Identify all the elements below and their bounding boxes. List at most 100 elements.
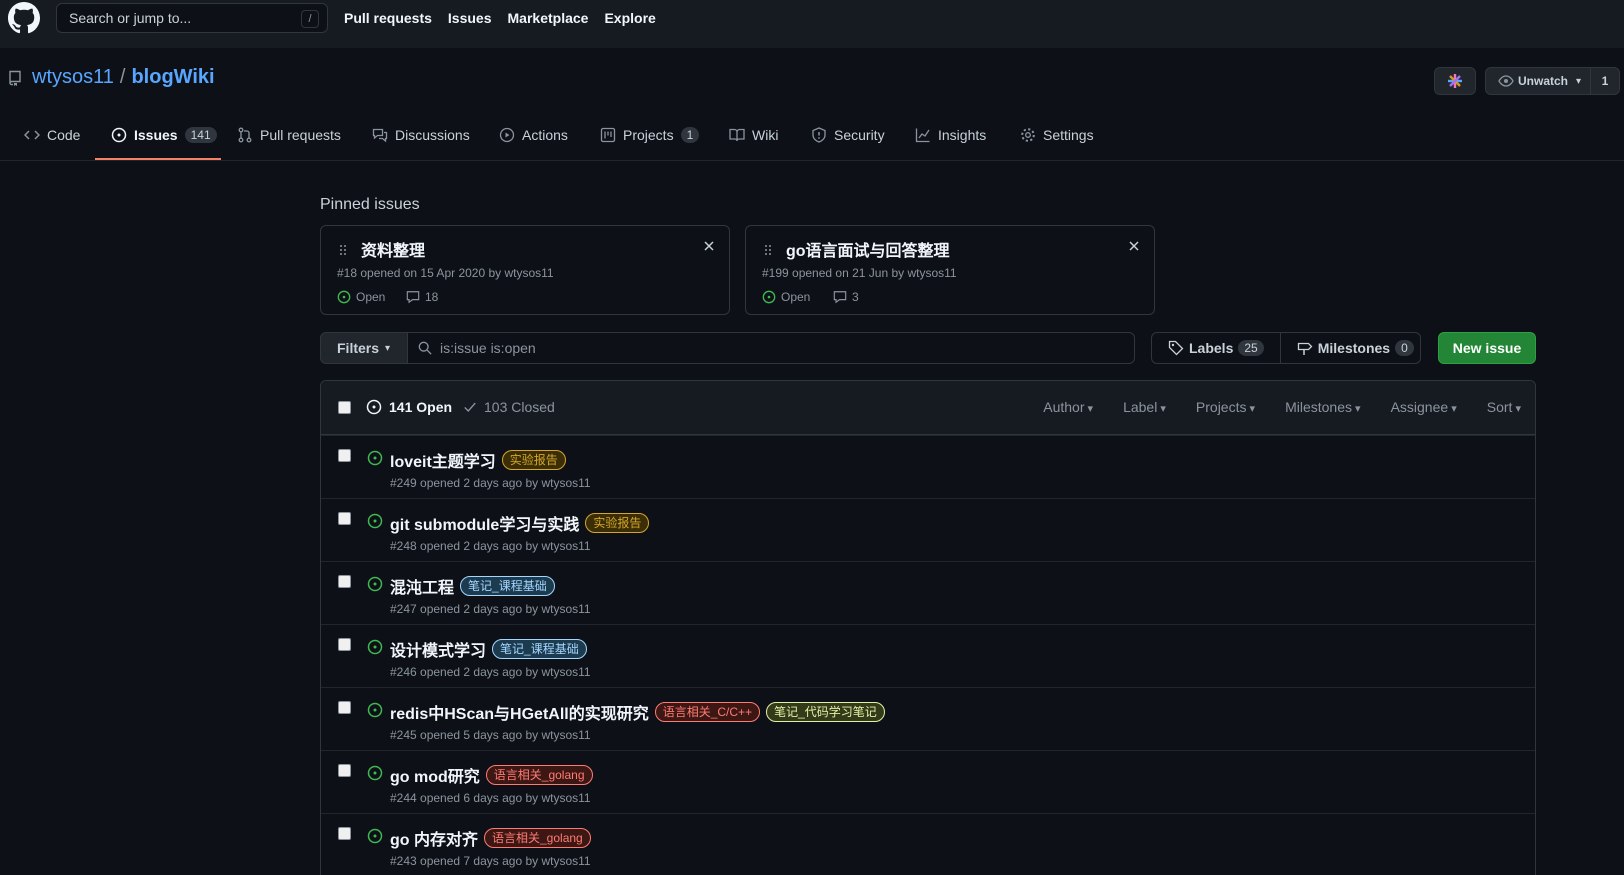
issue-row[interactable]: go mod研究 语言相关_golang #244 opened 6 days ag… [321,750,1535,813]
drag-handle-icon[interactable] [764,244,772,256]
issue-search-input[interactable]: is:issue is:open [407,332,1135,364]
tab-insights[interactable]: Insights [915,116,986,161]
tab-wiki[interactable]: Wiki [729,116,778,161]
issue-label[interactable]: 语言相关_golang [484,828,591,848]
select-all-checkbox[interactable] [338,401,351,414]
issue-open-icon [367,513,383,529]
milestone-icon [1297,342,1313,355]
book-icon [729,128,745,141]
tab-security[interactable]: Security [811,116,885,161]
tag-icon [1168,340,1184,356]
pinned-issue-title[interactable]: go语言面试与回答整理 [786,237,950,261]
issue-label[interactable]: 笔记_课程基础 [460,576,555,596]
milestones-count: 0 [1395,340,1414,356]
close-icon[interactable] [1128,240,1140,252]
active-tab-underline [95,158,221,160]
watchers-count-button[interactable]: 1 [1590,67,1620,95]
issue-row[interactable]: 设计模式学习 笔记_课程基础 #246 opened 2 days ago by w… [321,624,1535,687]
pinned-issue-meta: #199 opened on 21 Jun by wtysos11 [762,266,957,280]
assignee-dropdown[interactable]: Assignee [1391,399,1457,415]
projects-dropdown[interactable]: Projects [1196,399,1255,415]
nav-issues[interactable]: Issues [448,10,492,26]
issue-meta: #246 opened 2 days ago by wtysos11 [390,665,591,679]
issue-title-link[interactable]: git submodule学习与实践 [390,511,579,535]
comment-icon [406,291,420,304]
issue-checkbox[interactable] [338,575,351,588]
pinned-issue-comments[interactable]: 3 [833,290,859,304]
repo-name-link[interactable]: blogWiki [131,66,214,89]
issue-checkbox[interactable] [338,701,351,714]
labels-label: Labels [1189,340,1234,356]
open-issues-label: 141 Open [389,399,453,415]
drag-handle-icon[interactable] [339,244,347,256]
milestones-dropdown[interactable]: Milestones [1285,399,1361,415]
new-issue-button[interactable]: New issue [1438,332,1536,364]
milestones-button[interactable]: Milestones 0 [1281,333,1430,363]
global-search-input[interactable]: Search or jump to... / [56,3,328,33]
global-header: Search or jump to... / Pull requests Iss… [0,0,1624,48]
issue-open-icon [367,450,383,466]
comment-icon [833,291,847,304]
issue-checkbox[interactable] [338,449,351,462]
pinned-issue-state-label: Open [781,290,811,304]
issue-row[interactable]: 混沌工程 笔记_课程基础 #247 opened 2 days ago by wty… [321,561,1535,624]
issue-title-link[interactable]: 混沌工程 [390,574,454,598]
github-logo-icon[interactable] [8,2,40,34]
tab-issues[interactable]: Issues 141 [111,116,217,161]
open-issues-filter[interactable]: 141 Open [366,399,452,415]
issue-title-link[interactable]: go mod研究 [390,763,480,787]
labels-button[interactable]: Labels 25 [1152,333,1281,363]
issue-row[interactable]: redis中HScan与HGetAll的实现研究 语言相关_C/C++ 笔记_代码学… [321,687,1535,750]
issue-checkbox[interactable] [338,764,351,777]
tab-settings[interactable]: Settings [1020,116,1094,161]
issue-meta: #243 opened 7 days ago by wtysos11 [390,854,591,868]
issue-label[interactable]: 实验报告 [501,450,566,470]
pinned-issue-title[interactable]: 资料整理 [361,237,425,261]
issue-title-line: redis中HScan与HGetAll的实现研究 语言相关_C/C++ 笔记_代码学… [390,700,885,724]
tab-settings-label: Settings [1043,126,1094,143]
issue-open-icon [367,702,383,718]
sort-dropdown[interactable]: Sort [1487,399,1521,415]
pinned-issue-comments[interactable]: 18 [406,290,438,304]
issue-label[interactable]: 语言相关_C/C++ [654,702,761,722]
issue-label[interactable]: 笔记_代码学习笔记 [766,702,885,722]
label-dropdown[interactable]: Label [1123,399,1166,415]
nav-marketplace[interactable]: Marketplace [508,10,589,26]
issue-checkbox[interactable] [338,512,351,525]
issue-title-link[interactable]: loveit主题学习 [390,448,496,472]
issue-row[interactable]: loveit主题学习 实验报告 #249 opened 2 days ago by … [321,435,1535,498]
tab-pull-requests[interactable]: Pull requests [237,116,341,161]
issue-checkbox[interactable] [338,638,351,651]
issue-open-icon [762,290,776,304]
issue-title-link[interactable]: go 内存对齐 [390,826,478,850]
issue-row[interactable]: go 内存对齐 语言相关_golang #243 opened 7 days ago… [321,813,1535,875]
issue-title-line: 设计模式学习 笔记_课程基础 [390,637,587,661]
tab-actions[interactable]: Actions [499,116,568,161]
repo-owner-link[interactable]: wtysos11 [32,66,114,89]
pinned-issue-state: Open [337,290,385,304]
issue-title-link[interactable]: redis中HScan与HGetAll的实现研究 [390,700,649,724]
author-dropdown[interactable]: Author [1043,399,1093,415]
issue-sort-menus: Author Label Projects Milestones Assigne… [1043,399,1521,415]
watchers-count: 1 [1601,74,1609,88]
tab-discussions[interactable]: Discussions [372,116,470,161]
sponsor-button[interactable] [1434,67,1476,95]
issue-label[interactable]: 语言相关_golang [485,765,593,785]
pinned-issue-card[interactable]: go语言面试与回答整理 #199 opened on 21 Jun by wty… [745,225,1155,315]
filters-dropdown[interactable]: Filters ▾ [320,332,408,364]
issue-title-link[interactable]: 设计模式学习 [390,637,486,661]
play-icon [499,127,515,142]
issue-title-line: git submodule学习与实践 实验报告 [390,511,650,535]
issue-label[interactable]: 实验报告 [585,513,650,533]
issue-row[interactable]: git submodule学习与实践 实验报告 #248 opened 2 days… [321,498,1535,561]
pinned-issue-card[interactable]: 资料整理 #18 opened on 15 Apr 2020 by wtysos… [320,225,730,315]
nav-explore[interactable]: Explore [604,10,655,26]
issue-label[interactable]: 笔记_课程基础 [492,639,587,659]
issue-checkbox[interactable] [338,827,351,840]
close-icon[interactable] [703,240,715,252]
tab-code[interactable]: Code [24,116,80,161]
issue-search-query: is:issue is:open [440,340,536,356]
closed-issues-filter[interactable]: 103 Closed [463,399,555,415]
tab-projects[interactable]: Projects 1 [600,116,700,161]
nav-pull-requests[interactable]: Pull requests [344,10,432,26]
